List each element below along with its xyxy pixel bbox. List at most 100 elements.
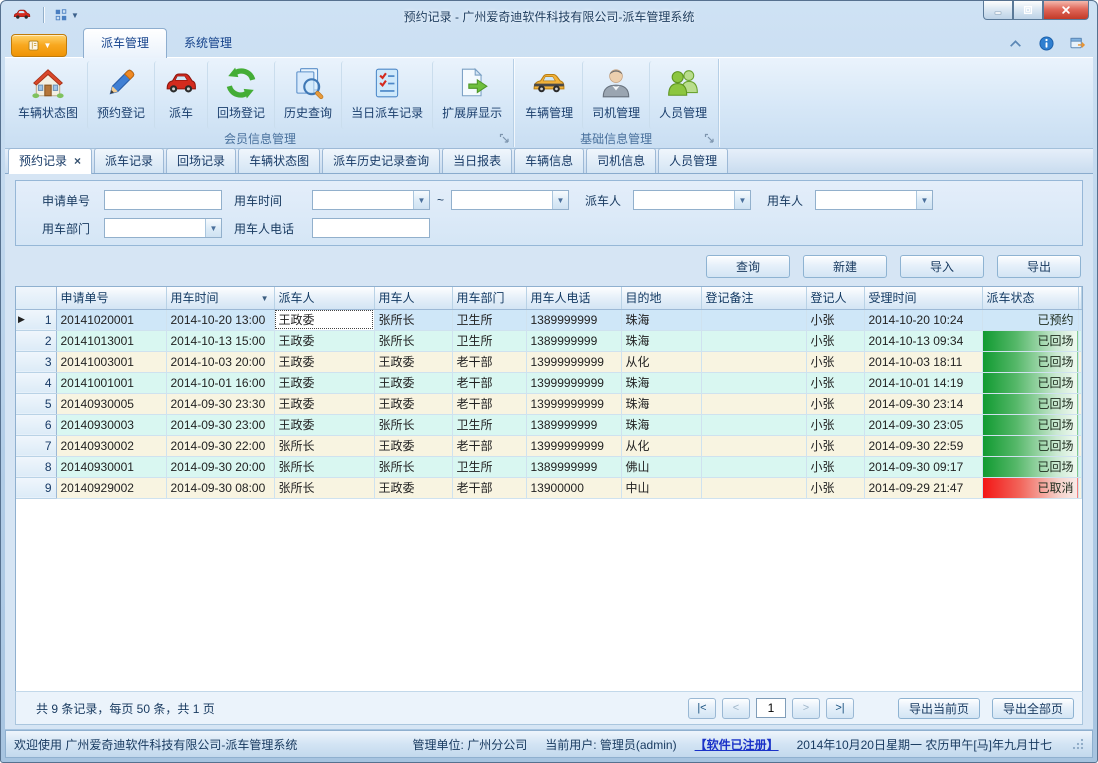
cell[interactable]: 13999999999 xyxy=(526,393,621,414)
cell[interactable]: 2014-10-13 09:34 xyxy=(864,330,982,351)
cell[interactable]: 从化 xyxy=(621,351,701,372)
ribbon-tab[interactable]: 派车管理 xyxy=(83,28,167,58)
cell[interactable]: 小张 xyxy=(806,414,864,435)
column-header[interactable]: 用车人 xyxy=(374,287,452,309)
cell[interactable]: 张所长 xyxy=(274,477,374,498)
cell[interactable]: 王政委 xyxy=(274,393,374,414)
cell[interactable] xyxy=(701,372,806,393)
cell[interactable]: 2014-10-01 16:00 xyxy=(166,372,274,393)
cell[interactable]: 20141001001 xyxy=(56,372,166,393)
doc-tab[interactable]: 回场记录 xyxy=(166,148,236,173)
status-cell[interactable]: 已回场 xyxy=(982,372,1078,393)
cell[interactable]: 张所长 xyxy=(274,435,374,456)
ribbon-button-people[interactable]: 人员管理 xyxy=(649,61,716,129)
column-header[interactable]: 目的地 xyxy=(621,287,701,309)
cell[interactable]: 中山 xyxy=(621,477,701,498)
cell[interactable]: 2014-09-30 22:59 xyxy=(864,435,982,456)
table-row[interactable]: 4201410010012014-10-01 16:00王政委王政委老干部139… xyxy=(16,372,1082,393)
dept-combo[interactable]: ▼ xyxy=(104,218,222,238)
query-button[interactable]: 查询 xyxy=(706,255,790,278)
cell[interactable]: 1389999999 xyxy=(526,330,621,351)
cell[interactable]: 珠海 xyxy=(621,309,701,330)
chevron-down-icon[interactable]: ▼ xyxy=(413,191,429,209)
import-button[interactable]: 导入 xyxy=(900,255,984,278)
cell[interactable]: 小张 xyxy=(806,435,864,456)
info-icon[interactable] xyxy=(1039,36,1054,51)
cell[interactable]: 王政委 xyxy=(274,309,374,330)
cell[interactable]: 老干部 xyxy=(452,351,526,372)
row-indicator[interactable]: 6 xyxy=(16,414,56,435)
cell[interactable]: 从化 xyxy=(621,435,701,456)
cell[interactable] xyxy=(701,456,806,477)
column-header[interactable]: 用车部门 xyxy=(452,287,526,309)
cell[interactable] xyxy=(701,477,806,498)
row-indicator[interactable]: 7 xyxy=(16,435,56,456)
dispatcher-combo[interactable]: ▼ xyxy=(633,190,751,210)
cell[interactable]: 2014-09-29 21:47 xyxy=(864,477,982,498)
cell[interactable]: 王政委 xyxy=(374,435,452,456)
row-indicator[interactable]: ▶1 xyxy=(16,309,56,330)
application-menu-button[interactable]: ▼ xyxy=(11,34,67,57)
cell[interactable]: 1389999999 xyxy=(526,414,621,435)
collapse-ribbon-icon[interactable] xyxy=(1008,36,1023,51)
cell[interactable]: 卫生所 xyxy=(452,456,526,477)
next-page-button[interactable]: > xyxy=(792,698,820,719)
resize-grip[interactable] xyxy=(1072,738,1084,750)
cell[interactable] xyxy=(701,309,806,330)
cell[interactable]: 2014-09-30 22:00 xyxy=(166,435,274,456)
cell[interactable]: 13999999999 xyxy=(526,435,621,456)
order-no-input[interactable] xyxy=(104,190,222,210)
qat-dropdown-icon[interactable]: ▼ xyxy=(71,11,79,20)
doc-tab[interactable]: 车辆信息 xyxy=(514,148,584,173)
cell[interactable]: 佛山 xyxy=(621,456,701,477)
status-cell[interactable]: 已回场 xyxy=(982,393,1078,414)
column-header[interactable]: 登记人 xyxy=(806,287,864,309)
chevron-down-icon[interactable]: ▼ xyxy=(916,191,932,209)
doc-tab[interactable]: 人员管理 xyxy=(658,148,728,173)
cell[interactable]: 王政委 xyxy=(374,351,452,372)
doc-tab[interactable]: 当日报表 xyxy=(442,148,512,173)
ribbon-button-history-search[interactable]: 历史查询 xyxy=(274,61,341,129)
last-page-button[interactable]: >| xyxy=(826,698,854,719)
cell[interactable]: 小张 xyxy=(806,309,864,330)
cell[interactable]: 20141013001 xyxy=(56,330,166,351)
phone-input[interactable] xyxy=(312,218,430,238)
cell[interactable]: 卫生所 xyxy=(452,414,526,435)
cell[interactable]: 2014-10-20 10:24 xyxy=(864,309,982,330)
ribbon-button-recycle[interactable]: 回场登记 xyxy=(207,61,274,129)
doc-tab[interactable]: 车辆状态图 xyxy=(238,148,320,173)
column-header[interactable]: 用车时间▼ xyxy=(166,287,274,309)
cell[interactable]: 张所长 xyxy=(374,456,452,477)
row-indicator[interactable]: 4 xyxy=(16,372,56,393)
row-indicator[interactable]: 5 xyxy=(16,393,56,414)
cell[interactable]: 老干部 xyxy=(452,372,526,393)
cell[interactable]: 老干部 xyxy=(452,477,526,498)
cell[interactable]: 20141020001 xyxy=(56,309,166,330)
cell[interactable]: 张所长 xyxy=(374,309,452,330)
close-tab-icon[interactable]: × xyxy=(74,156,81,166)
table-row[interactable]: 5201409300052014-09-30 23:30王政委王政委老干部139… xyxy=(16,393,1082,414)
new-button[interactable]: 新建 xyxy=(803,255,887,278)
chevron-down-icon[interactable]: ▼ xyxy=(734,191,750,209)
status-cell[interactable]: 已回场 xyxy=(982,456,1078,477)
table-row[interactable]: 7201409300022014-09-30 22:00张所长王政委老干部139… xyxy=(16,435,1082,456)
cell[interactable]: 20140930002 xyxy=(56,435,166,456)
row-indicator[interactable]: 2 xyxy=(16,330,56,351)
doc-tab[interactable]: 派车记录 xyxy=(94,148,164,173)
ribbon-button-extend-screen[interactable]: 扩展屏显示 xyxy=(432,61,511,129)
license-registered-link[interactable]: 【软件已注册】 xyxy=(695,736,779,753)
cell[interactable]: 2014-09-30 23:05 xyxy=(864,414,982,435)
cell[interactable]: 珠海 xyxy=(621,330,701,351)
cell[interactable]: 珠海 xyxy=(621,393,701,414)
column-header[interactable]: 派车状态 xyxy=(982,287,1078,309)
table-row[interactable]: 2201410130012014-10-13 15:00王政委张所长卫生所138… xyxy=(16,330,1082,351)
cell[interactable]: 2014-09-30 23:30 xyxy=(166,393,274,414)
cell[interactable]: 王政委 xyxy=(374,372,452,393)
column-header[interactable]: 登记备注 xyxy=(701,287,806,309)
column-header[interactable]: 申请单号 xyxy=(56,287,166,309)
cell[interactable] xyxy=(701,330,806,351)
user-combo[interactable]: ▼ xyxy=(815,190,933,210)
cell[interactable]: 小张 xyxy=(806,456,864,477)
cell[interactable]: 13999999999 xyxy=(526,351,621,372)
table-row[interactable]: 9201409290022014-09-30 08:00张所长王政委老干部139… xyxy=(16,477,1082,498)
